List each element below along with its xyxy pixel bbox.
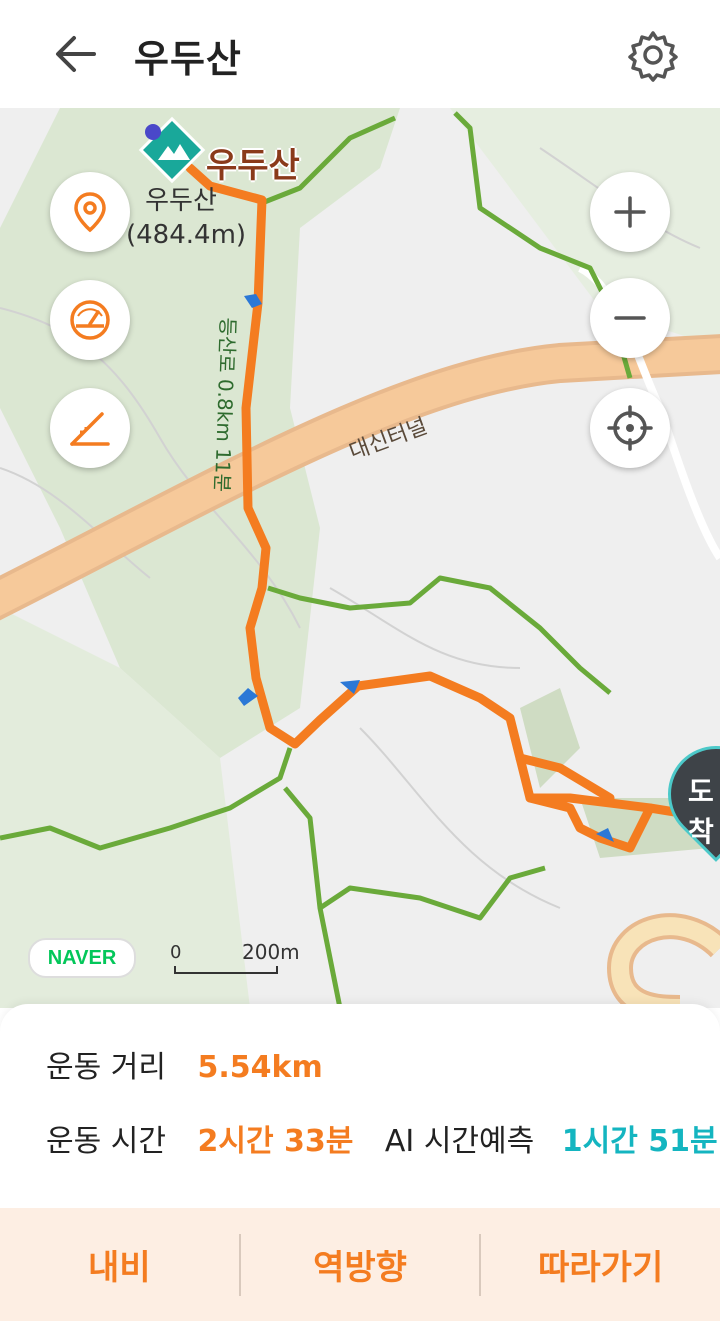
stats-panel: 운동 거리 5.54km 운동 시간 2시간 33분 AI 시간예측 1시간 5… <box>0 1004 720 1212</box>
map-scale: 0 200m <box>170 934 300 974</box>
distance-value: 5.54km <box>197 1050 323 1085</box>
scale-bar <box>174 966 278 974</box>
naver-logo: NAVER <box>28 938 136 978</box>
app-header: 우두산 <box>0 0 720 108</box>
gear-icon <box>628 31 678 82</box>
location-button[interactable] <box>50 172 130 252</box>
distance-row: 운동 거리 5.54km <box>46 1042 323 1086</box>
crosshair-icon <box>607 405 653 451</box>
location-pin-icon <box>74 192 106 233</box>
scale-value: 200m <box>242 940 300 964</box>
action-bar: 내비 역방향 따라가기 <box>0 1208 720 1321</box>
settings-button[interactable] <box>626 28 680 82</box>
navi-button[interactable]: 내비 <box>0 1240 239 1289</box>
minus-icon <box>614 316 646 320</box>
slope-icon <box>70 412 110 446</box>
peak-name-label: 우두산 <box>206 146 300 186</box>
ai-time-label: AI 시간예측 <box>384 1124 535 1159</box>
peak-label-elevation: (484.4m) <box>126 220 247 250</box>
zoom-out-button[interactable] <box>590 278 670 358</box>
ai-time-value: 1시간 51분 <box>561 1124 718 1159</box>
time-label: 운동 시간 <box>46 1124 166 1159</box>
time-row: 운동 시간 2시간 33분 AI 시간예측 1시간 51분 <box>46 1116 718 1160</box>
speed-button[interactable] <box>50 280 130 360</box>
distance-label: 운동 거리 <box>46 1050 166 1085</box>
plus-icon <box>614 196 646 228</box>
speedometer-icon <box>70 300 110 340</box>
peak-label: 우두산 (484.4m) <box>126 184 247 252</box>
gps-button[interactable] <box>590 388 670 468</box>
page-title: 우두산 <box>134 37 242 81</box>
destination-label: 도착 <box>688 775 714 848</box>
scale-zero: 0 <box>170 942 182 963</box>
time-value: 2시간 33분 <box>197 1124 354 1159</box>
zoom-in-button[interactable] <box>590 172 670 252</box>
arrow-left-icon <box>56 36 96 72</box>
trail-map[interactable]: 우두산 우두산 (484.4m) 대신터널 등산로 0.8km 11분 도착 N… <box>0 108 720 1008</box>
peak-label-name: 우두산 <box>145 186 217 216</box>
reverse-button[interactable]: 역방향 <box>241 1240 480 1289</box>
back-button[interactable] <box>50 30 104 78</box>
follow-button[interactable]: 따라가기 <box>481 1240 720 1289</box>
slope-button[interactable] <box>50 388 130 468</box>
trail-segment-label: 등산로 0.8km 11분 <box>209 317 241 493</box>
